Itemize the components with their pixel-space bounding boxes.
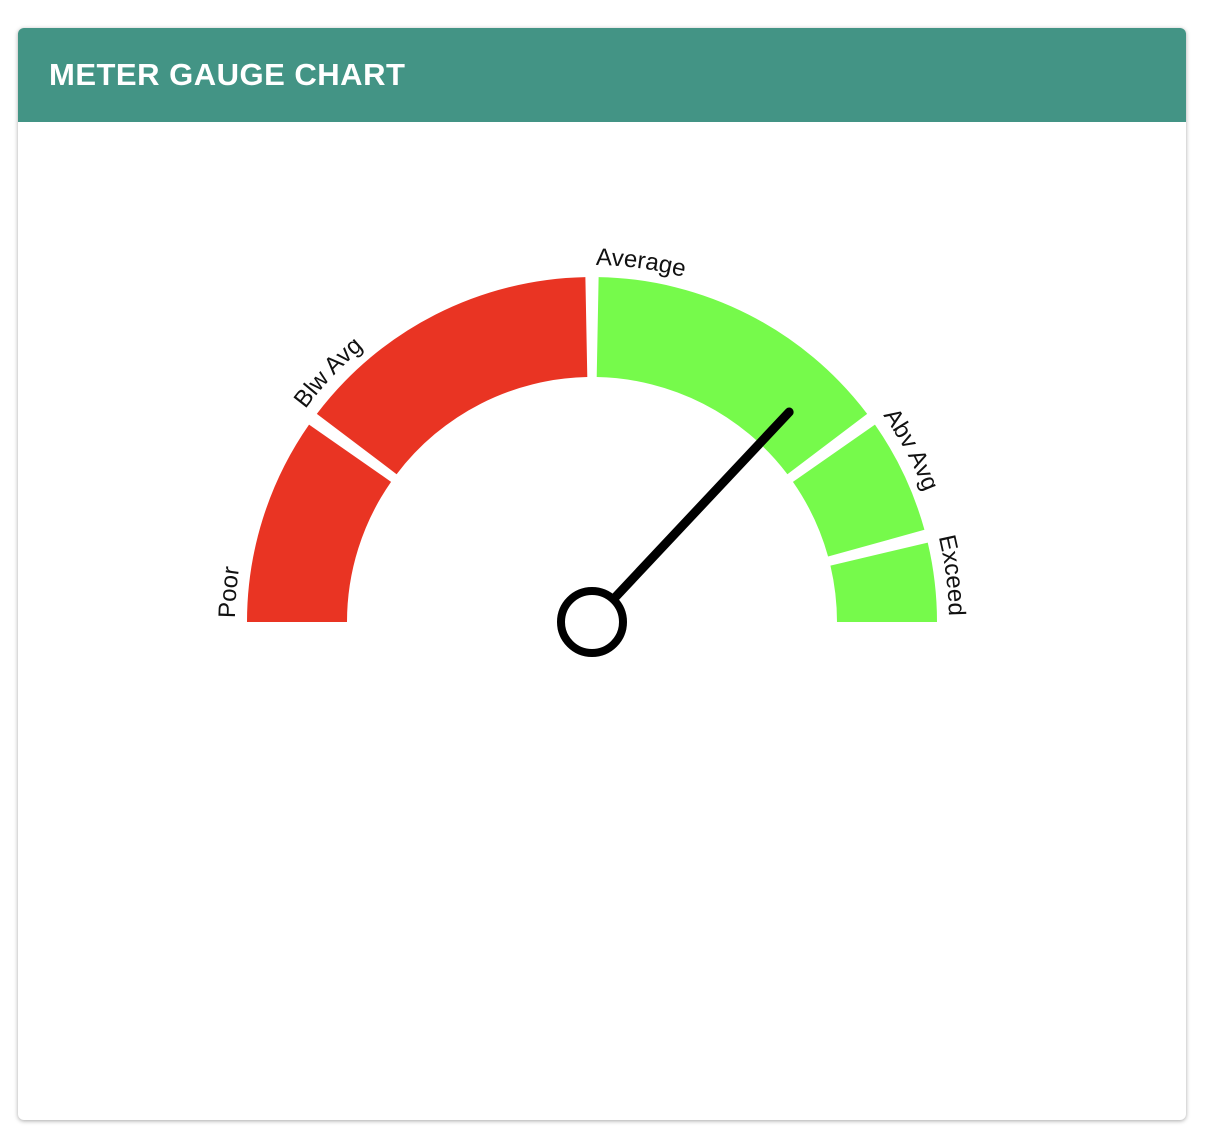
gauge-band-poor: [247, 424, 392, 622]
gauge-needle: [608, 407, 794, 604]
page-title: METER GAUGE CHART: [49, 57, 406, 92]
gauge-band-exceed: [830, 542, 937, 622]
card-header: METER GAUGE CHART: [18, 28, 1186, 122]
gauge-card: METER GAUGE CHART Poor Blw Avg Average Abv …: [18, 28, 1186, 1120]
gauge-chart: PoorBlw AvgAverageAbv AvgExceed: [214, 244, 970, 657]
chart-area: Poor Blw Avg Average Abv Avg Exceed: [18, 122, 1186, 1120]
gauge-label-poor: Poor: [214, 565, 245, 619]
gauge-band-average: [596, 277, 868, 475]
gauge-needle-hub: [557, 587, 627, 657]
gauge-label-average: Average: [596, 244, 689, 283]
gauge-label-exceed: Exceed: [933, 532, 970, 616]
gauge-band-blw-avg: [316, 277, 588, 475]
